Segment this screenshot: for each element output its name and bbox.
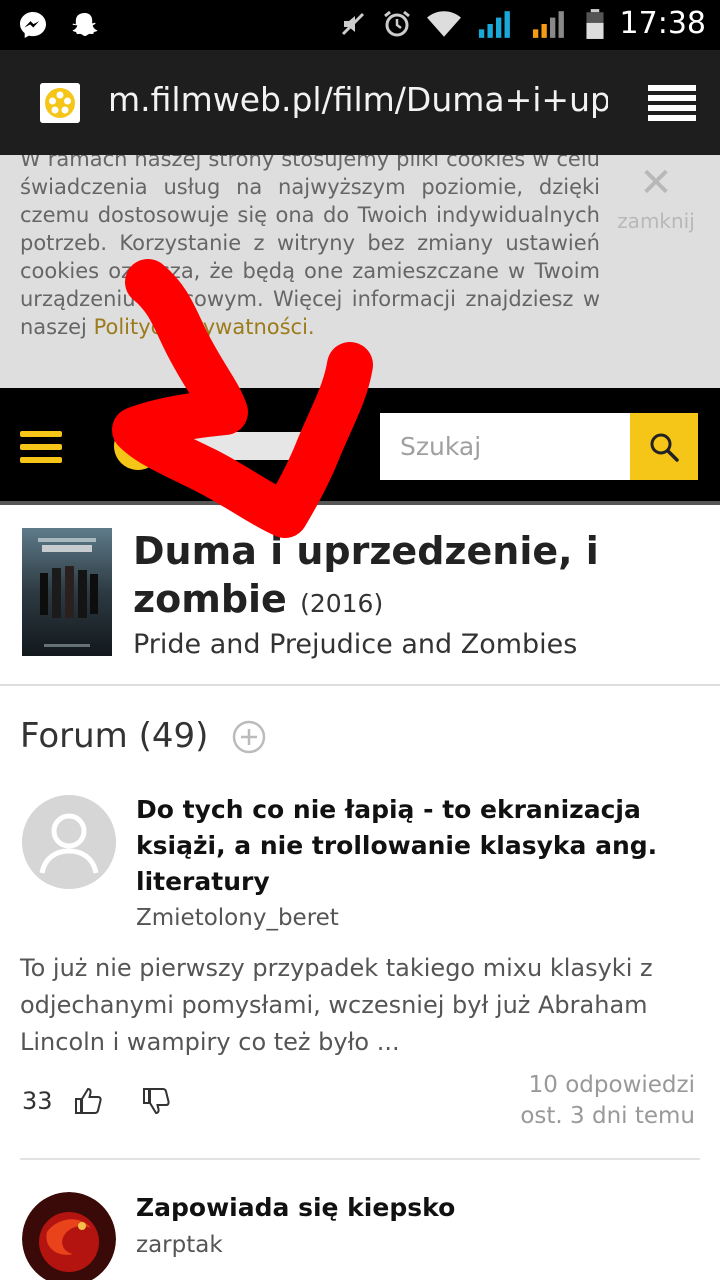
reply-count[interactable]: 10 odpowiedzi <box>520 1070 695 1101</box>
divider <box>20 1158 700 1160</box>
search-button[interactable] <box>630 413 698 480</box>
battery-icon <box>585 8 604 39</box>
vote-count: 33 <box>22 1087 53 1115</box>
cookie-text: W ramach naszej strony stosujemy pliki c… <box>20 155 600 339</box>
status-bar: 17:38 <box>0 0 720 50</box>
film-year: (2016) <box>300 589 384 618</box>
add-topic-icon[interactable] <box>232 720 266 754</box>
post-author[interactable]: Zmietolony_beret <box>136 905 339 931</box>
close-icon: ✕ <box>639 160 673 206</box>
search-input[interactable] <box>380 413 630 480</box>
messenger-icon <box>20 12 46 38</box>
post-votes: 33 <box>22 1086 171 1116</box>
search-icon <box>650 433 679 462</box>
post-excerpt[interactable]: To już nie pierwszy przypadek takiego mi… <box>20 950 700 1061</box>
alarm-icon <box>383 10 410 36</box>
signal-sim1-icon <box>478 10 510 38</box>
signal-sim2-icon <box>532 10 564 38</box>
default-user-icon <box>22 795 116 889</box>
tabs-menu-icon[interactable] <box>648 83 696 123</box>
film-poster[interactable] <box>22 528 112 656</box>
forum-heading[interactable]: Forum (49) <box>20 716 208 756</box>
hamburger-menu-icon[interactable] <box>20 431 62 463</box>
cookie-banner: W ramach naszej strony stosujemy pliki c… <box>0 155 720 388</box>
film-title-block: Duma i uprzedzenie, i zombie (2016) <box>133 527 693 628</box>
site-header <box>0 388 720 505</box>
search-box <box>380 413 630 480</box>
snapchat-icon <box>72 13 98 36</box>
wifi-icon <box>426 10 461 37</box>
filmweb-logo[interactable] <box>108 416 338 476</box>
post-title[interactable]: Do tych co nie łapią - to ekranizacja ks… <box>136 792 696 900</box>
privacy-policy-link[interactable]: Polityce Prywatności. <box>94 315 315 339</box>
address-bar[interactable]: m.filmweb.pl/film/Duma+i+uprzedzenie <box>108 80 608 119</box>
cookie-close-label: zamknij <box>617 209 695 233</box>
thumbs-down-icon[interactable] <box>141 1086 171 1116</box>
clock: 17:38 <box>619 6 706 41</box>
filmweb-favicon-icon <box>40 83 80 123</box>
film-original-title: Pride and Prejudice and Zombies <box>133 629 578 660</box>
cookie-close-button[interactable]: ✕ zamknij <box>608 163 704 233</box>
browser-toolbar: m.filmweb.pl/film/Duma+i+uprzedzenie <box>0 50 720 155</box>
avatar[interactable] <box>22 1192 116 1280</box>
film-header: Duma i uprzedzenie, i zombie (2016) Prid… <box>0 509 720 686</box>
post-meta: 10 odpowiedzi ost. 3 dni temu <box>520 1070 695 1132</box>
post-title[interactable]: Zapowiada się kiepsko <box>136 1190 696 1226</box>
thumbs-up-icon[interactable] <box>73 1086 103 1116</box>
post-author[interactable]: zarptak <box>136 1232 223 1258</box>
avatar[interactable] <box>22 795 116 889</box>
user-avatar-image <box>22 1192 116 1280</box>
last-activity: ost. 3 dni temu <box>520 1103 695 1129</box>
mute-icon <box>341 12 364 35</box>
